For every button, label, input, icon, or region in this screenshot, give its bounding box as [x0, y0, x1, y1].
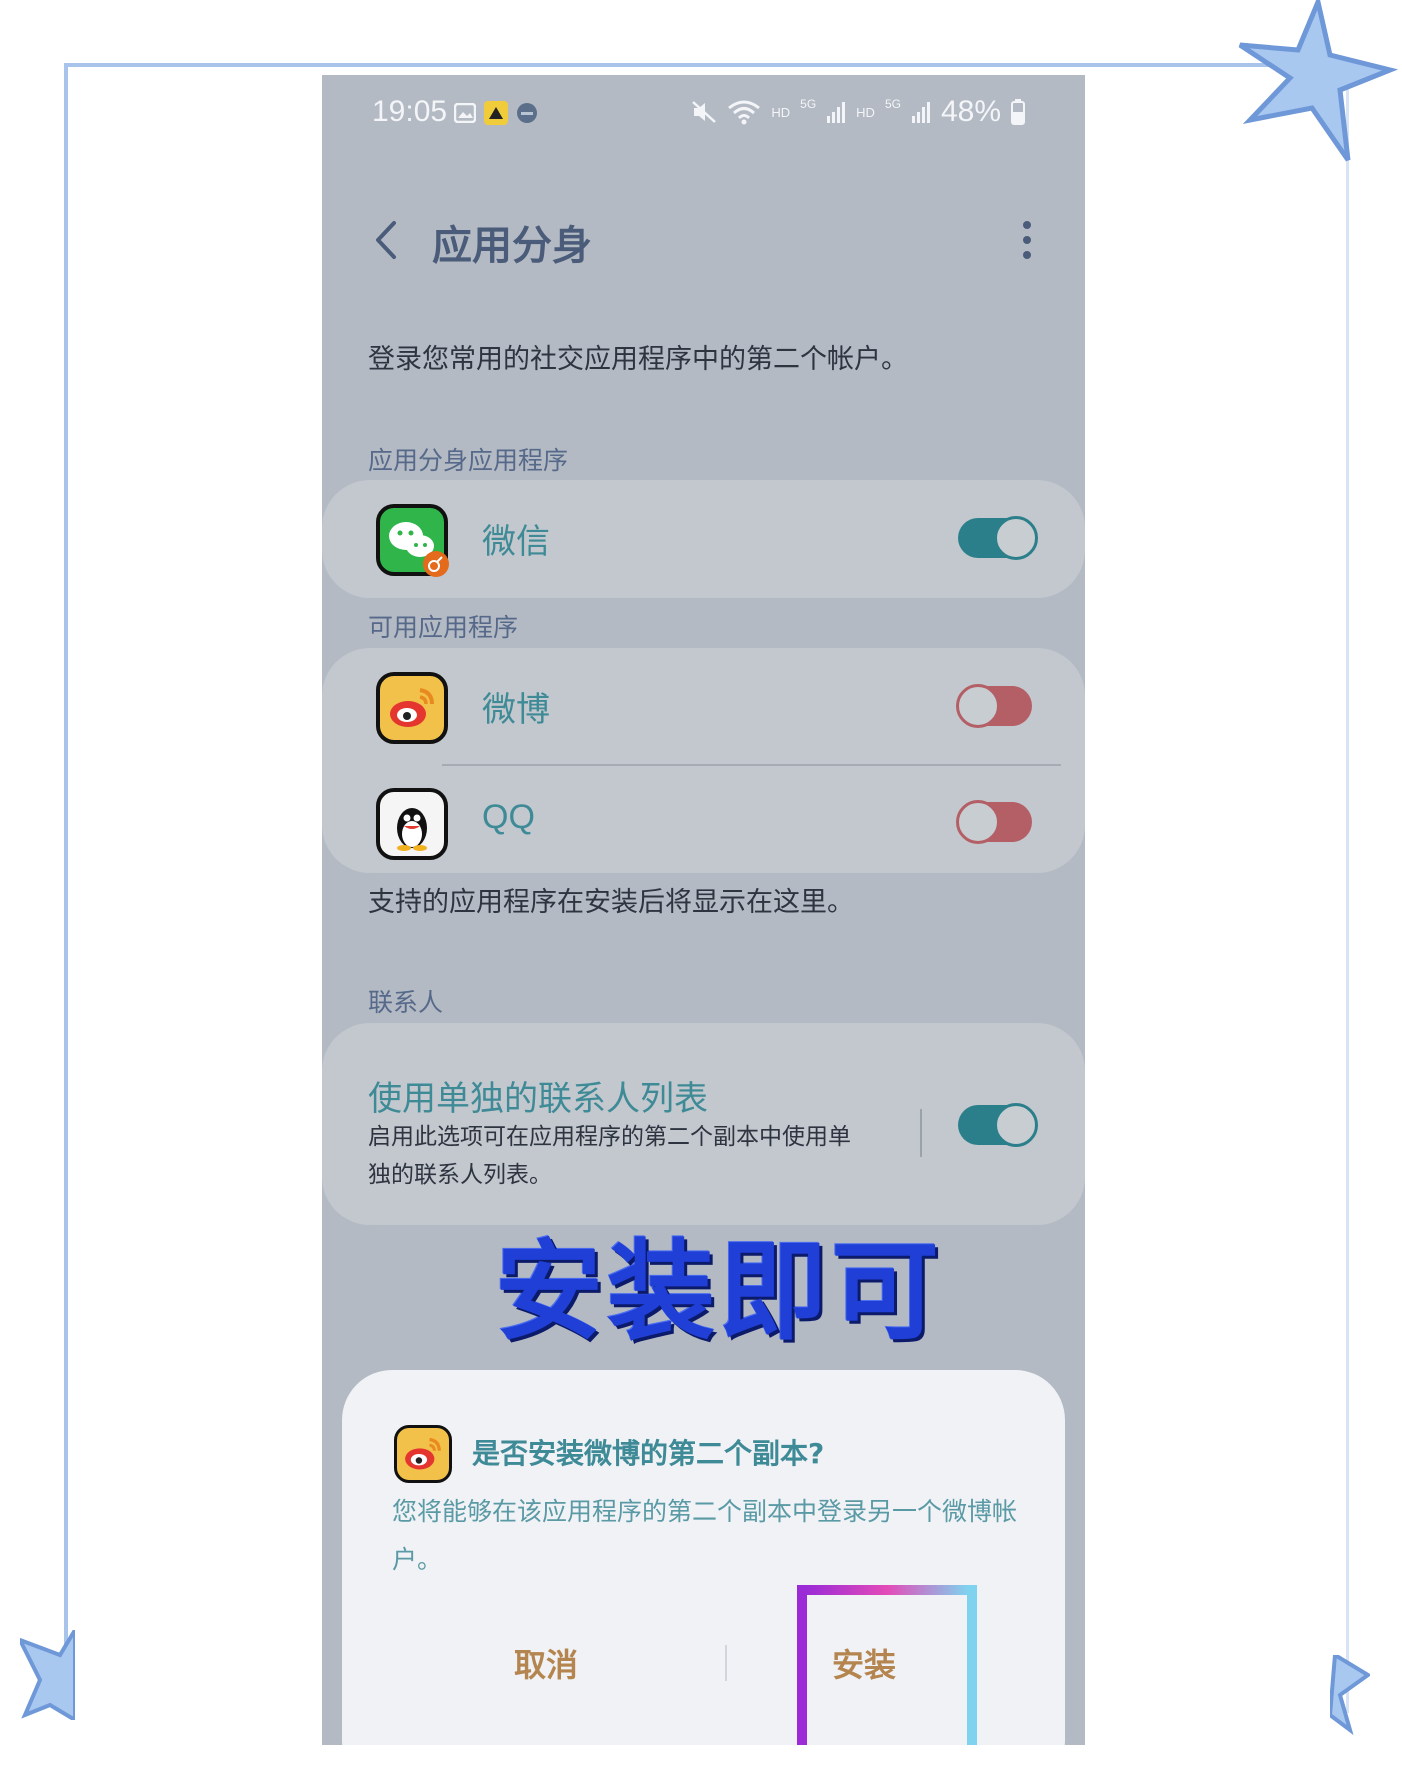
signal-icon — [911, 102, 930, 123]
separate-contacts-row[interactable]: 使用单独的联系人列表 启用此选项可在应用程序的第二个副本中使用单独的联系人列表。 — [322, 1023, 1085, 1225]
install-button[interactable]: 安装 — [832, 1640, 896, 1686]
notification-app-icon — [484, 101, 508, 125]
gallery-icon — [454, 103, 476, 123]
toggle-knob — [994, 1103, 1038, 1147]
cancel-button[interactable]: 取消 — [514, 1640, 578, 1686]
app-name: 微博 — [482, 690, 550, 730]
button-divider — [725, 1645, 727, 1681]
available-apps-card: 微博 QQ — [322, 648, 1085, 873]
star-decoration-icon — [1238, 0, 1399, 162]
clone-badge-icon — [423, 551, 449, 577]
separate-contacts-toggle[interactable] — [958, 1103, 1038, 1147]
status-icons-right: HD 5G HD 5G 48% — [691, 95, 1025, 129]
frame-right-border — [1346, 63, 1349, 1713]
separate-contacts-subtitle: 启用此选项可在应用程序的第二个副本中使用单独的联系人列表。 — [368, 1124, 851, 1188]
qq-toggle[interactable] — [956, 800, 1032, 844]
dialog-title: 是否安装微博的第二个副本? — [472, 1437, 825, 1470]
wechat-icon — [376, 504, 449, 577]
list-item-qq[interactable]: QQ — [322, 764, 1085, 880]
battery-percentage: 48% — [940, 95, 1001, 128]
overlay-caption: 安装即可 — [495, 1230, 944, 1355]
status-bar: 19:05 HD 5G HD 5G 48% — [372, 90, 1025, 140]
dialog-body: 您将能够在该应用程序的第二个副本中登录另一个微博帐户。 — [392, 1497, 1018, 1574]
install-dialog: 是否安装微博的第二个副本? 您将能够在该应用程序的第二个副本中登录另一个微博帐户… — [342, 1370, 1065, 1745]
app-dot-icon — [517, 103, 537, 123]
more-options-icon[interactable] — [1017, 215, 1037, 265]
hd-label: HD — [856, 104, 875, 120]
network-label: 5G — [800, 97, 817, 111]
weibo-toggle[interactable] — [956, 684, 1032, 728]
section-label-available: 可用应用程序 — [368, 613, 519, 642]
phone-screen: 19:05 HD 5G HD 5G 48% 应用分身 登录您常用的社交应用程序中 — [322, 75, 1085, 1745]
app-bar: 应用分身 — [322, 195, 1085, 285]
section-label-clone: 应用分身应用程序 — [368, 446, 569, 475]
frame-left-border — [64, 63, 68, 1713]
back-arrow-icon[interactable] — [362, 215, 412, 265]
app-name: 微信 — [482, 522, 550, 562]
page-title: 应用分身 — [432, 223, 592, 269]
star-decoration-icon — [20, 1630, 75, 1720]
weibo-icon — [376, 672, 448, 744]
clone-apps-card: 微信 — [322, 480, 1085, 598]
status-time: 19:05 — [372, 95, 448, 128]
vertical-divider — [920, 1109, 922, 1157]
toggle-knob — [956, 800, 1000, 844]
contacts-card: 使用单独的联系人列表 启用此选项可在应用程序的第二个副本中使用单独的联系人列表。 — [322, 1023, 1085, 1225]
separate-contacts-title: 使用单独的联系人列表 — [368, 1079, 708, 1119]
note-text: 支持的应用程序在安装后将显示在这里。 — [368, 887, 854, 918]
wifi-icon — [728, 100, 761, 125]
app-name: QQ — [482, 798, 535, 836]
weibo-icon — [394, 1425, 452, 1483]
qq-icon — [376, 788, 448, 860]
signal-icon — [827, 102, 846, 123]
wechat-toggle[interactable] — [958, 516, 1038, 560]
status-icons-left — [454, 101, 538, 125]
row-divider — [442, 764, 1061, 766]
frame-top-border — [64, 63, 1354, 67]
toggle-knob — [956, 684, 1000, 728]
star-decoration-icon — [1330, 1655, 1370, 1735]
intro-text: 登录您常用的社交应用程序中的第二个帐户。 — [368, 344, 908, 375]
list-item-weibo[interactable]: 微博 — [322, 648, 1085, 764]
mute-icon — [692, 101, 717, 123]
section-label-contacts: 联系人 — [368, 988, 444, 1017]
toggle-knob — [994, 516, 1038, 560]
hd-label: HD — [771, 104, 791, 120]
battery-icon — [1011, 99, 1025, 125]
network-label: 5G — [884, 97, 901, 111]
list-item-wechat[interactable]: 微信 — [322, 480, 1085, 596]
